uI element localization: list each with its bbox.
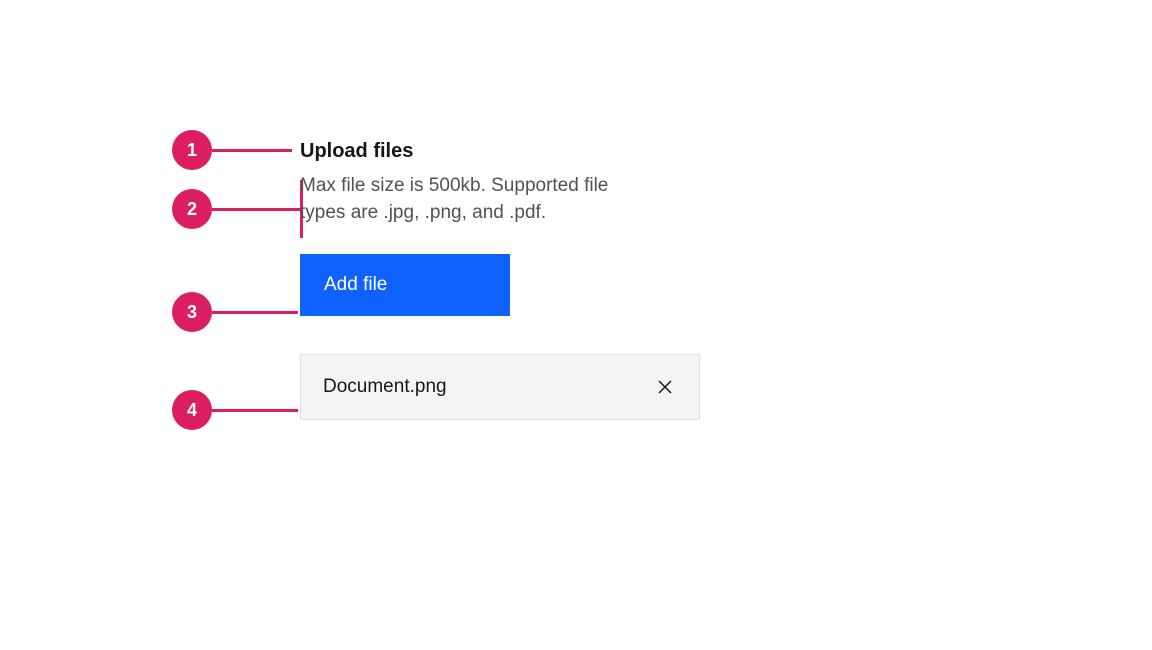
callout-number: 2 xyxy=(187,199,197,220)
diagram-canvas: 1 2 3 4 Upload files Max file size is 50… xyxy=(0,0,1152,650)
add-file-button[interactable]: Add file xyxy=(300,254,510,316)
remove-file-button[interactable] xyxy=(653,375,677,399)
callout-badge-1: 1 xyxy=(172,130,212,170)
callout-connector xyxy=(212,409,298,412)
callout-connector xyxy=(212,208,300,211)
callout-number: 4 xyxy=(187,400,197,421)
callout-3: 3 xyxy=(172,292,298,332)
uploaded-file-row: Document.png xyxy=(300,354,700,420)
uploader-description: Max file size is 500kb. Supported file t… xyxy=(300,173,640,226)
callout-connector xyxy=(212,311,298,314)
callout-connector xyxy=(212,149,292,152)
callout-number: 1 xyxy=(187,140,197,161)
callout-number: 3 xyxy=(187,302,197,323)
close-icon xyxy=(657,379,673,395)
add-file-button-label: Add file xyxy=(324,274,387,295)
callout-badge-2: 2 xyxy=(172,189,212,229)
callout-badge-4: 4 xyxy=(172,390,212,430)
callout-2: 2 xyxy=(172,180,303,238)
uploader-title: Upload files xyxy=(300,140,700,163)
file-uploader: Upload files Max file size is 500kb. Sup… xyxy=(300,140,700,420)
callout-4: 4 xyxy=(172,390,298,430)
uploaded-file-name: Document.png xyxy=(323,376,447,398)
callout-badge-3: 3 xyxy=(172,292,212,332)
callout-1: 1 xyxy=(172,130,292,170)
